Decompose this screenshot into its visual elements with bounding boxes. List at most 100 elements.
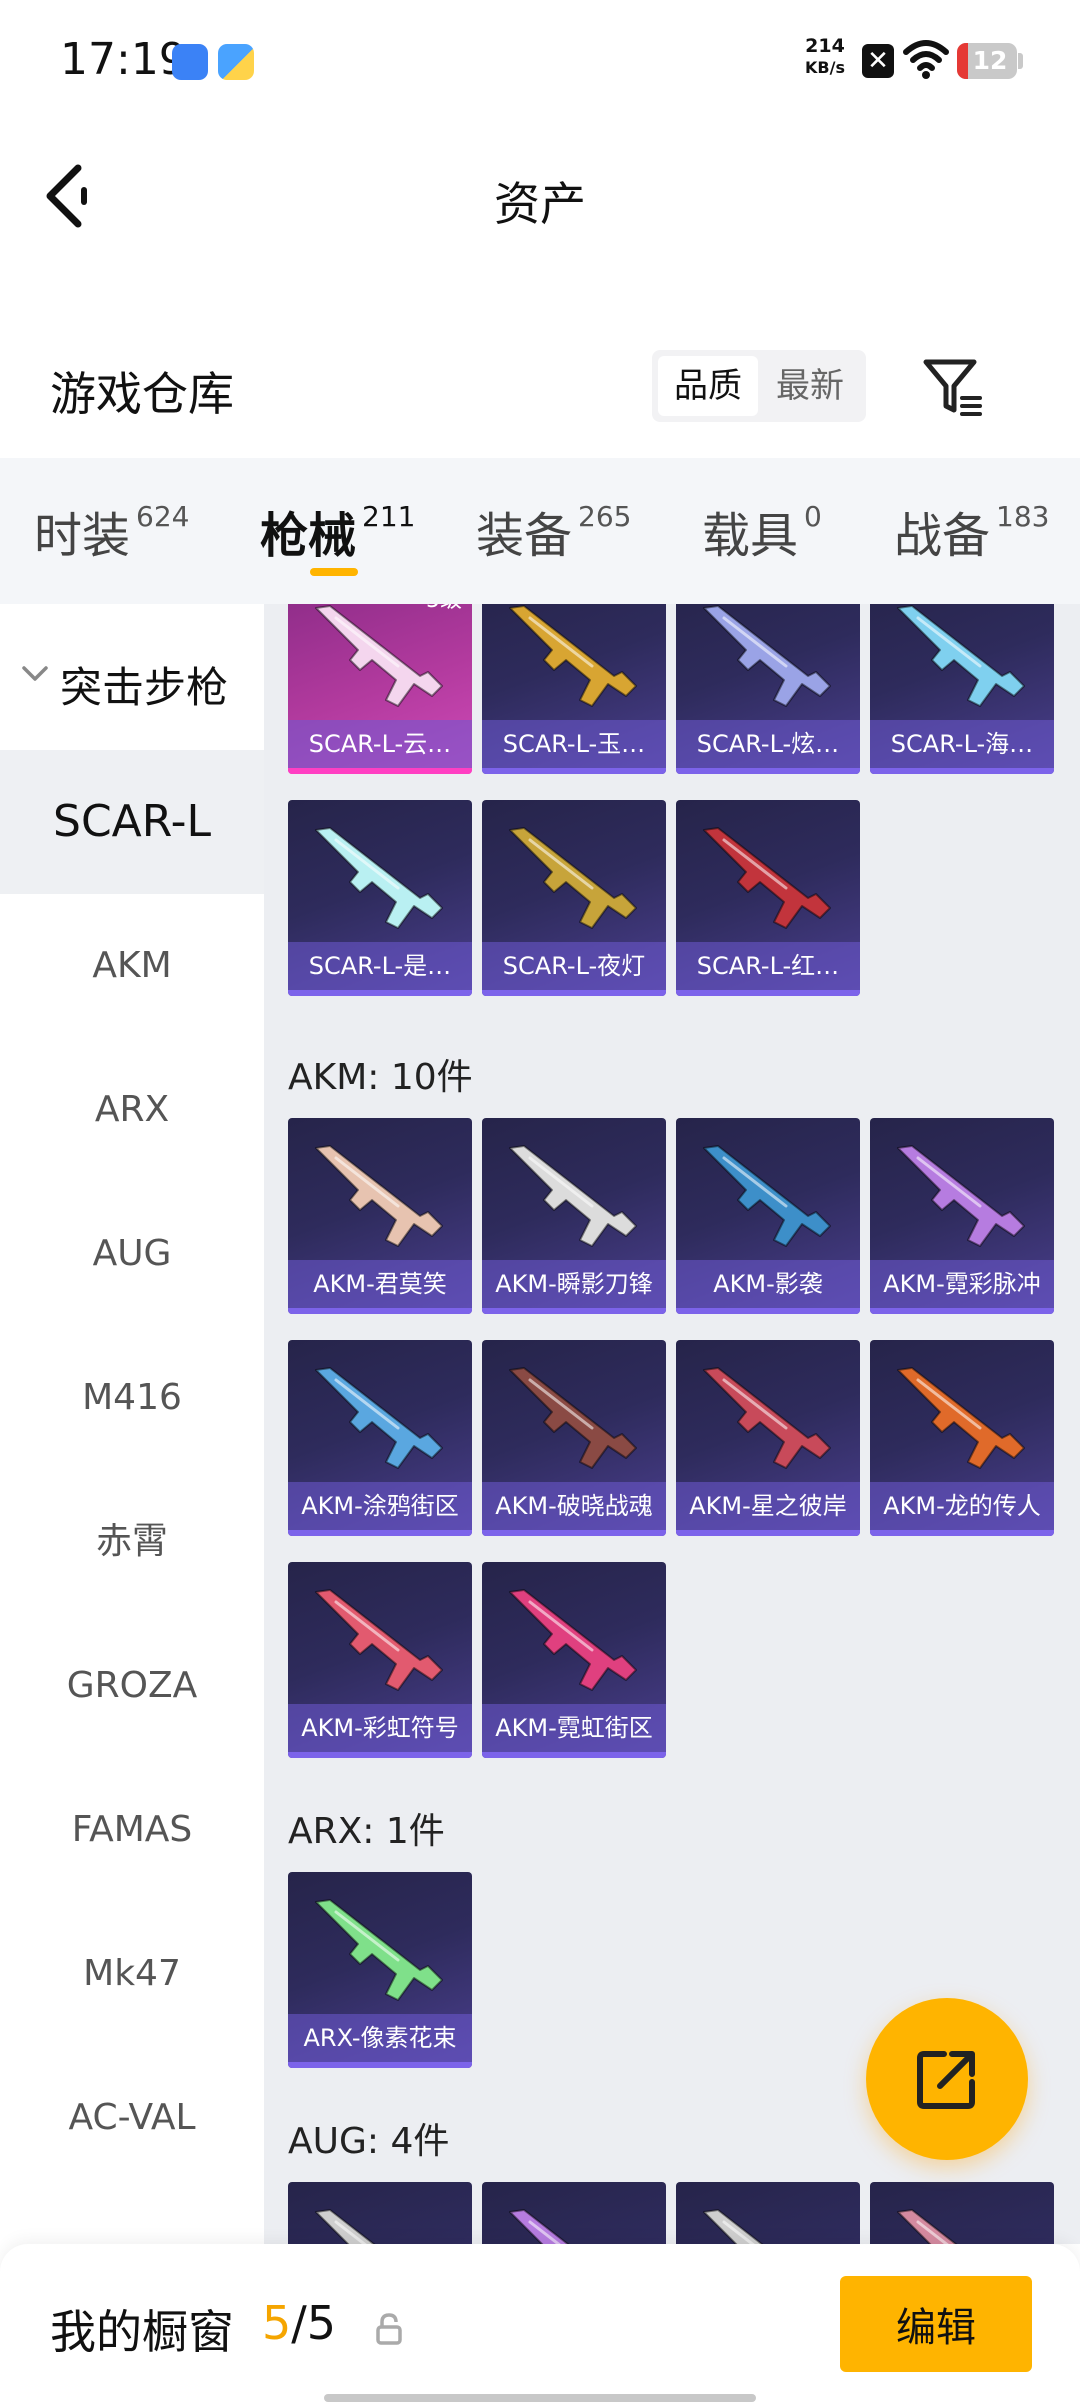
weapon-card[interactable]: ARX-像素花束 xyxy=(288,1872,472,2068)
active-tab-indicator xyxy=(310,568,358,576)
app-notification-icon-2 xyxy=(218,44,254,80)
weapon-card[interactable]: AKM-影袭 xyxy=(676,1118,860,1314)
filter-button[interactable] xyxy=(920,356,984,420)
weapon-card[interactable]: AKM-君莫笑 xyxy=(288,1118,472,1314)
status-bar: 17:19 214 KB/s ✕ 12 xyxy=(0,0,1080,120)
sidebar-item-aug[interactable]: AUG xyxy=(0,1182,264,1326)
home-indicator xyxy=(324,2394,756,2402)
weapon-card-label: AKM-涂鸦街区 xyxy=(288,1482,472,1530)
weapon-card[interactable]: AKM-破晓战魂 xyxy=(482,1340,666,1536)
weapon-card[interactable] xyxy=(676,2182,860,2244)
showcase-label: 我的橱窗 xyxy=(50,2305,234,2359)
showcase-count: 5/5 xyxy=(262,2296,336,2350)
weapon-sidebar: 突击步枪 SCAR-L AKM ARX AUG M416 赤霄 GROZA FA… xyxy=(0,604,264,2244)
weapon-card-label: AKM-霓彩脉冲 xyxy=(870,1260,1054,1308)
weapon-card[interactable] xyxy=(870,2182,1054,2244)
weapon-image xyxy=(315,827,443,929)
tab-count: 0 xyxy=(804,500,822,533)
weapon-image xyxy=(703,605,831,707)
weapon-card-label: SCAR-L-是… xyxy=(288,942,472,990)
weapon-card[interactable]: SCAR-L-夜灯 xyxy=(482,800,666,996)
wifi-icon xyxy=(903,40,949,79)
repo-title: 游戏仓库 xyxy=(50,367,234,421)
weapon-image xyxy=(897,1367,1025,1469)
weapon-image xyxy=(703,2209,764,2244)
sidebar-item-chixiao[interactable]: 赤霄 xyxy=(0,1470,264,1614)
showcase-total: /5 xyxy=(291,2296,337,2350)
tab-label: 载具 xyxy=(702,508,799,564)
weapon-card-label: AKM-彩虹符号 xyxy=(288,1704,472,1752)
weapon-card-label: AKM-影袭 xyxy=(676,1260,860,1308)
weapon-card[interactable]: AKM-涂鸦街区 xyxy=(288,1340,472,1536)
sidebar-item-m416[interactable]: M416 xyxy=(0,1326,264,1470)
weapon-image xyxy=(315,605,443,707)
weapon-card[interactable]: AKM-彩虹符号 xyxy=(288,1562,472,1758)
weapon-card-label: SCAR-L-海… xyxy=(870,720,1054,768)
tab-label: 时装 xyxy=(34,508,131,564)
weapon-image xyxy=(315,1145,443,1247)
weapon-card-label: ARX-像素花束 xyxy=(288,2014,472,2062)
weapon-image xyxy=(315,1367,443,1469)
tab-fashion[interactable]: 时装 624 xyxy=(34,496,189,566)
close-notification-icon: ✕ xyxy=(862,44,894,78)
weapon-card[interactable]: SCAR-L-红… xyxy=(676,800,860,996)
sort-quality-button[interactable]: 品质 xyxy=(658,356,758,416)
sidebar-item-ac-val[interactable]: AC-VAL xyxy=(0,2046,264,2190)
filter-icon xyxy=(923,359,982,416)
weapon-image xyxy=(509,827,637,929)
weapon-image xyxy=(509,605,637,707)
tab-count: 211 xyxy=(362,500,416,533)
weapon-card[interactable]: AKM-霓彩脉冲 xyxy=(870,1118,1054,1314)
share-button[interactable] xyxy=(866,1998,1028,2160)
sidebar-group-assault-rifle[interactable]: 突击步枪 xyxy=(0,624,264,734)
tab-label: 战备 xyxy=(894,508,991,564)
showcase-bar: 我的橱窗 5/5 编辑 xyxy=(0,2244,1080,2408)
section-title-akm: AKM: 10件 xyxy=(288,1057,473,1098)
page-title: 资产 xyxy=(494,177,586,231)
weapon-card[interactable]: AKM-霓虹街区 xyxy=(482,1562,666,1758)
weapon-card-label: SCAR-L-红… xyxy=(676,942,860,990)
sort-latest-button[interactable]: 最新 xyxy=(760,356,860,416)
weapon-card[interactable]: SCAR-L-海… xyxy=(870,604,1054,774)
network-speed: 214 KB/s xyxy=(800,36,850,78)
weapon-image xyxy=(509,1367,637,1469)
sidebar-item-scar-l[interactable]: SCAR-L xyxy=(0,750,264,894)
sidebar-group-label: 突击步枪 xyxy=(60,663,229,712)
sidebar-item-famas[interactable]: FAMAS xyxy=(0,1758,264,1902)
weapon-image xyxy=(509,1589,637,1691)
weapon-card[interactable] xyxy=(482,2182,666,2244)
weapon-card-label: SCAR-L-云… xyxy=(288,720,472,768)
weapon-image xyxy=(315,1589,443,1691)
edit-button[interactable]: 编辑 xyxy=(840,2276,1032,2372)
lock-icon xyxy=(376,2313,402,2345)
sidebar-item-groza[interactable]: GROZA xyxy=(0,1614,264,1758)
sidebar-item-arx[interactable]: ARX xyxy=(0,1038,264,1182)
network-speed-value: 214 xyxy=(805,35,845,57)
tab-count: 183 xyxy=(996,500,1050,533)
tab-vehicles[interactable]: 载具 0 xyxy=(702,496,822,566)
tab-guns[interactable]: 枪械 211 xyxy=(260,496,415,566)
tab-count: 624 xyxy=(136,500,190,533)
sidebar-item-mk47[interactable]: Mk47 xyxy=(0,1902,264,2046)
weapon-card-label: AKM-君莫笑 xyxy=(288,1260,472,1308)
chevron-down-icon xyxy=(22,666,48,681)
weapon-card[interactable]: AKM-瞬影刀锋 xyxy=(482,1118,666,1314)
sort-toggle: 品质 最新 xyxy=(652,350,866,422)
weapon-image xyxy=(703,827,831,929)
battery-level: 12 xyxy=(972,46,1008,75)
weapon-card[interactable]: AKM-星之彼岸 xyxy=(676,1340,860,1536)
weapon-image xyxy=(897,2209,958,2244)
weapon-card[interactable]: SCAR-L-是… xyxy=(288,800,472,996)
showcase-current: 5 xyxy=(262,2296,292,2350)
weapon-card[interactable]: AKM-龙的传人 xyxy=(870,1340,1054,1536)
weapon-card[interactable] xyxy=(288,2182,472,2244)
tab-equipment[interactable]: 装备 265 xyxy=(476,496,631,566)
battery-icon: 12 xyxy=(957,43,1017,79)
weapon-card-label: AKM-破晓战魂 xyxy=(482,1482,666,1530)
sidebar-item-akm[interactable]: AKM xyxy=(0,894,264,1038)
section-title-aug: AUG: 4件 xyxy=(288,2121,450,2162)
weapon-card[interactable]: SCAR-L-玉… xyxy=(482,604,666,774)
tab-supplies[interactable]: 战备 183 xyxy=(894,496,1049,566)
weapon-card[interactable]: 5级 SCAR-L-云… xyxy=(288,604,472,774)
weapon-card[interactable]: SCAR-L-炫… xyxy=(676,604,860,774)
